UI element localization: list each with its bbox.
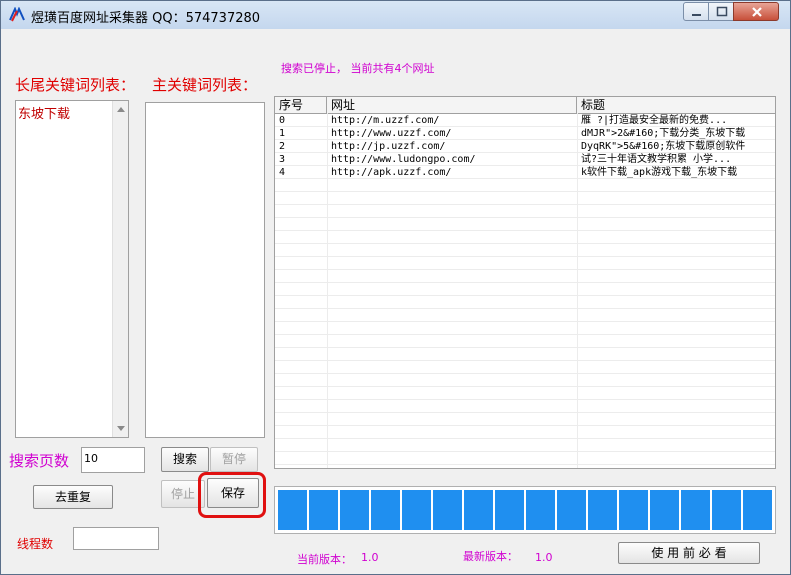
table-row[interactable]: 1 http://www.uzzf.com/ dMJR">2&#160;下载分类… <box>275 127 775 140</box>
pause-button[interactable]: 暂停 <box>210 447 258 472</box>
progress-segment <box>278 490 307 530</box>
list-item[interactable]: 东坡下载 <box>18 103 70 122</box>
title-bar: 煜璜百度网址采集器 QQ：574737280 <box>1 1 790 29</box>
maximize-icon <box>716 6 728 17</box>
tail-keywords-label: 长尾关键词列表： <box>15 76 136 94</box>
column-header-url[interactable]: 网址 <box>327 97 577 113</box>
row-index: 1 <box>279 128 286 139</box>
tail-keywords-list[interactable]: 东坡下载 <box>15 100 129 438</box>
row-url: http://m.uzzf.com/ <box>331 115 440 126</box>
close-icon <box>752 7 762 17</box>
progress-segment <box>712 490 741 530</box>
progress-segment <box>371 490 400 530</box>
row-url: http://apk.uzzf.com/ <box>331 167 452 178</box>
scroll-down-icon[interactable] <box>117 426 125 431</box>
progress-segment <box>743 490 772 530</box>
column-header-index[interactable]: 序号 <box>275 97 327 113</box>
row-title: DyqRK">5&#160;东坡下载原创软件 <box>581 141 746 152</box>
row-index: 0 <box>279 115 286 126</box>
row-index: 3 <box>279 154 286 165</box>
row-index: 4 <box>279 167 286 178</box>
row-title: k软件下载_apk游戏下载_东坡下载 <box>581 167 738 178</box>
must-read-button[interactable]: 使 用 前 必 看 <box>618 542 760 564</box>
progress-segment <box>588 490 617 530</box>
progress-segment <box>309 490 338 530</box>
minimize-icon <box>692 14 701 16</box>
progress-segment <box>433 490 462 530</box>
progress-segment <box>464 490 493 530</box>
main-keywords-list[interactable] <box>145 102 265 438</box>
status-text: 搜索已停止， 当前共有4个网址 <box>281 62 435 75</box>
threads-label: 线程数 <box>17 537 54 551</box>
progress-segment <box>557 490 586 530</box>
main-keywords-label: 主关键词列表： <box>152 76 258 94</box>
row-url: http://www.ludongpo.com/ <box>331 154 476 165</box>
progress-segment <box>495 490 524 530</box>
results-table[interactable]: 序号 网址 标题 0 http://m.uzzf.com/ 雁 ?|打造最安全最… <box>274 96 776 469</box>
progress-segment <box>650 490 679 530</box>
table-header: 序号 网址 标题 <box>275 97 775 114</box>
progress-segment <box>619 490 648 530</box>
progress-segment <box>340 490 369 530</box>
column-header-title[interactable]: 标题 <box>577 97 775 113</box>
window-title: 煜璜百度网址采集器 QQ：574737280 <box>31 11 261 26</box>
threads-input[interactable] <box>73 527 159 550</box>
latest-version-value: 1.0 <box>535 551 553 564</box>
table-row[interactable]: 0 http://m.uzzf.com/ 雁 ?|打造最安全最新的免费... <box>275 114 775 127</box>
row-title: dMJR">2&#160;下载分类_东坡下载 <box>581 128 746 139</box>
maximize-button[interactable] <box>708 2 734 21</box>
row-url: http://www.uzzf.com/ <box>331 128 452 139</box>
current-version-label: 当前版本： <box>297 553 352 566</box>
progress-bar <box>274 486 776 534</box>
table-row[interactable]: 2 http://jp.uzzf.com/ DyqRK">5&#160;东坡下载… <box>275 140 775 153</box>
table-row[interactable]: 3 http://www.ludongpo.com/ 试?三十年语文教学积累 小… <box>275 153 775 166</box>
client-area: 搜索已停止， 当前共有4个网址 长尾关键词列表： 主关键词列表： 东坡下载 搜索… <box>7 30 784 568</box>
progress-segment <box>526 490 555 530</box>
row-title: 试?三十年语文教学积累 小学... <box>581 154 732 165</box>
search-button[interactable]: 搜索 <box>161 447 209 472</box>
minimize-button[interactable] <box>683 2 709 21</box>
scroll-up-icon[interactable] <box>117 107 125 112</box>
tail-list-scrollbar[interactable] <box>112 101 128 437</box>
current-version-value: 1.0 <box>361 551 379 564</box>
progress-segment <box>402 490 431 530</box>
table-row[interactable]: 4 http://apk.uzzf.com/ k软件下载_apk游戏下载_东坡下… <box>275 166 775 179</box>
search-pages-input[interactable]: 10 <box>81 447 145 473</box>
row-index: 2 <box>279 141 286 152</box>
save-highlight-box <box>198 472 266 518</box>
search-pages-label: 搜索页数 <box>9 452 70 470</box>
close-button[interactable] <box>733 2 779 21</box>
app-logo-icon <box>9 7 25 22</box>
row-url: http://jp.uzzf.com/ <box>331 141 446 152</box>
progress-segment <box>681 490 710 530</box>
row-title: 雁 ?|打造最安全最新的免费... <box>581 115 728 126</box>
latest-version-label: 最新版本： <box>463 550 518 563</box>
app-window: 煜璜百度网址采集器 QQ：574737280 搜索已停止， 当前共有4个网址 长… <box>0 0 791 575</box>
dedupe-button[interactable]: 去重复 <box>33 485 113 509</box>
